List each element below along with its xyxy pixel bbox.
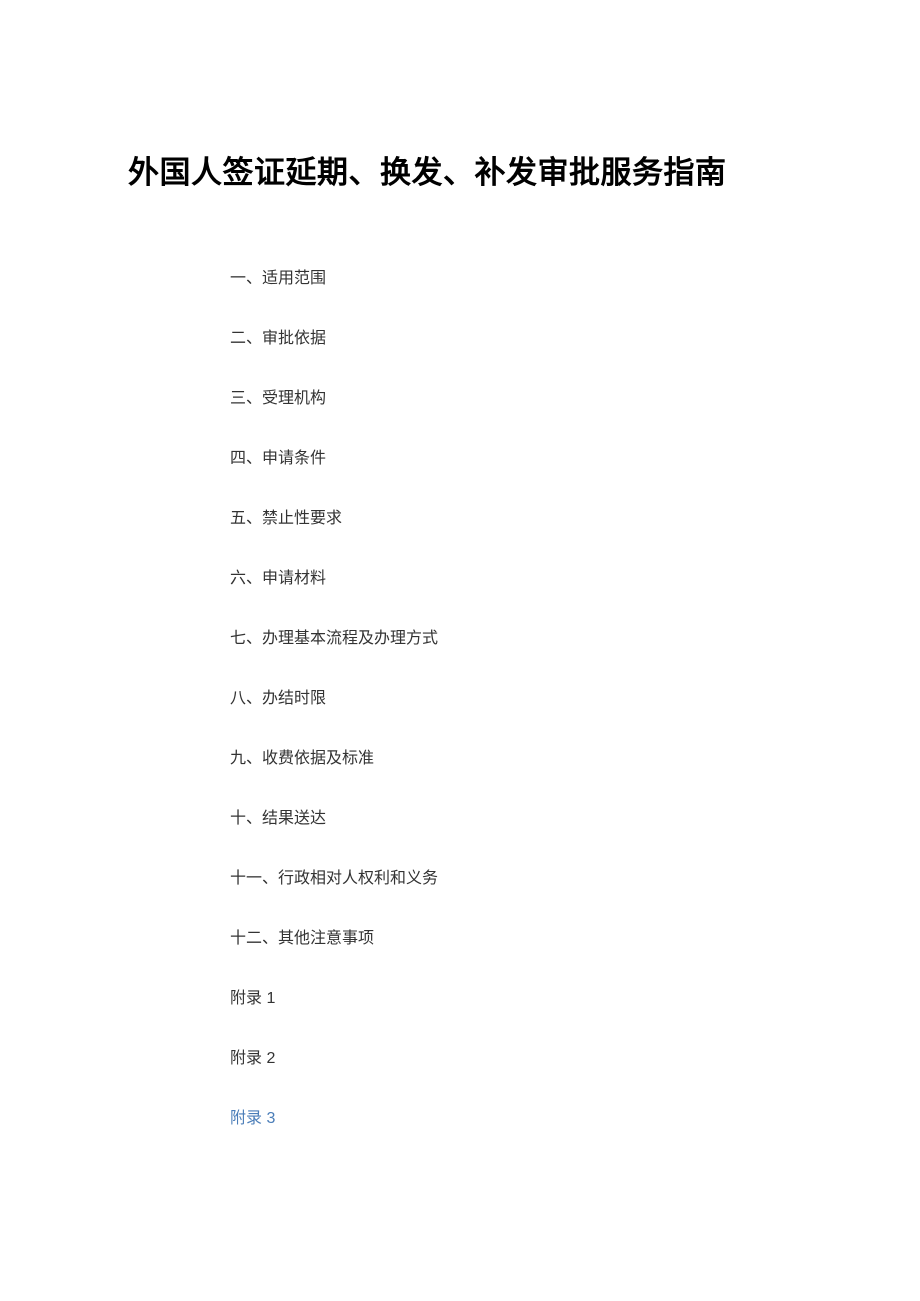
toc-appendix-3[interactable]: 附录 3 [230, 1107, 792, 1131]
toc-item-12[interactable]: 十二、其他注意事项 [230, 927, 792, 951]
toc-item-8[interactable]: 八、办结时限 [230, 687, 792, 711]
toc-item-11[interactable]: 十一、行政相对人权利和义务 [230, 867, 792, 891]
toc-item-1[interactable]: 一、适用范围 [230, 267, 792, 291]
toc-item-7[interactable]: 七、办理基本流程及办理方式 [230, 627, 792, 651]
toc-item-3[interactable]: 三、受理机构 [230, 387, 792, 411]
toc-item-6[interactable]: 六、申请材料 [230, 567, 792, 591]
document-title: 外国人签证延期、换发、补发审批服务指南 [128, 130, 792, 217]
toc-appendix-1[interactable]: 附录 1 [230, 987, 792, 1011]
toc-appendix-2[interactable]: 附录 2 [230, 1047, 792, 1071]
toc-item-2[interactable]: 二、审批依据 [230, 327, 792, 351]
toc-item-10[interactable]: 十、结果送达 [230, 807, 792, 831]
toc-item-5[interactable]: 五、禁止性要求 [230, 507, 792, 531]
toc-item-4[interactable]: 四、申请条件 [230, 447, 792, 471]
table-of-contents: 一、适用范围 二、审批依据 三、受理机构 四、申请条件 五、禁止性要求 六、申请… [128, 267, 792, 1131]
toc-item-9[interactable]: 九、收费依据及标准 [230, 747, 792, 771]
